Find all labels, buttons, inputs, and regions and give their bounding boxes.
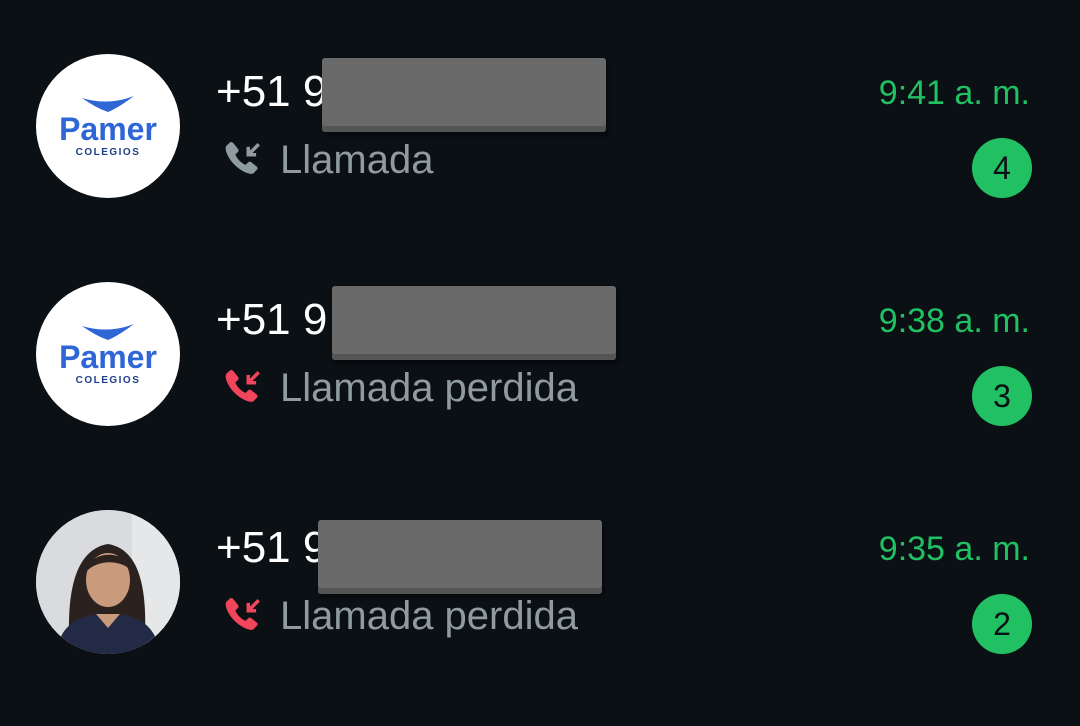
incoming-call-icon: [225, 142, 260, 174]
chat-row[interactable]: Pamer COLEGIOS +51 9 Llamada perdida 9:3…: [0, 282, 1080, 432]
logo-text: Pamer: [59, 111, 157, 147]
avatar[interactable]: Pamer COLEGIOS: [36, 282, 180, 426]
logo-text: Pamer: [59, 339, 157, 375]
avatar[interactable]: [36, 510, 180, 654]
logo-subtext: COLEGIOS: [76, 147, 141, 158]
timestamp: 9:38 a. m.: [878, 302, 1030, 340]
chat-row[interactable]: +51 9 Llamada perdida 9:35 a. m. 2: [0, 510, 1080, 660]
missed-call-icon: [225, 598, 260, 630]
timestamp: 9:35 a. m.: [878, 530, 1030, 568]
unread-badge: 2: [972, 594, 1032, 654]
contact-name: +51 9: [216, 523, 328, 572]
logo-subtext: COLEGIOS: [76, 375, 141, 386]
missed-call-icon: [225, 370, 260, 402]
unread-badge: 3: [972, 366, 1032, 426]
last-message: Llamada perdida: [222, 588, 578, 644]
call-label: Llamada: [280, 138, 434, 182]
call-label: Llamada perdida: [280, 594, 578, 638]
contact-name: +51 9: [216, 67, 328, 116]
redaction-block: [322, 58, 606, 132]
redaction-block: [318, 520, 602, 594]
last-message: Llamada: [222, 132, 433, 188]
person-photo-icon: [36, 510, 180, 654]
contact-name: +51 9: [216, 295, 328, 344]
avatar[interactable]: Pamer COLEGIOS: [36, 54, 180, 198]
pamer-logo-icon: Pamer COLEGIOS: [59, 324, 157, 386]
timestamp: 9:41 a. m.: [878, 74, 1030, 112]
redaction-block: [332, 286, 616, 360]
chat-row[interactable]: Pamer COLEGIOS +51 9 Llamada 9:41 a. m. …: [0, 54, 1080, 204]
call-label: Llamada perdida: [280, 366, 578, 410]
last-message: Llamada perdida: [222, 360, 578, 416]
pamer-logo-icon: Pamer COLEGIOS: [59, 96, 157, 158]
unread-badge: 4: [972, 138, 1032, 198]
